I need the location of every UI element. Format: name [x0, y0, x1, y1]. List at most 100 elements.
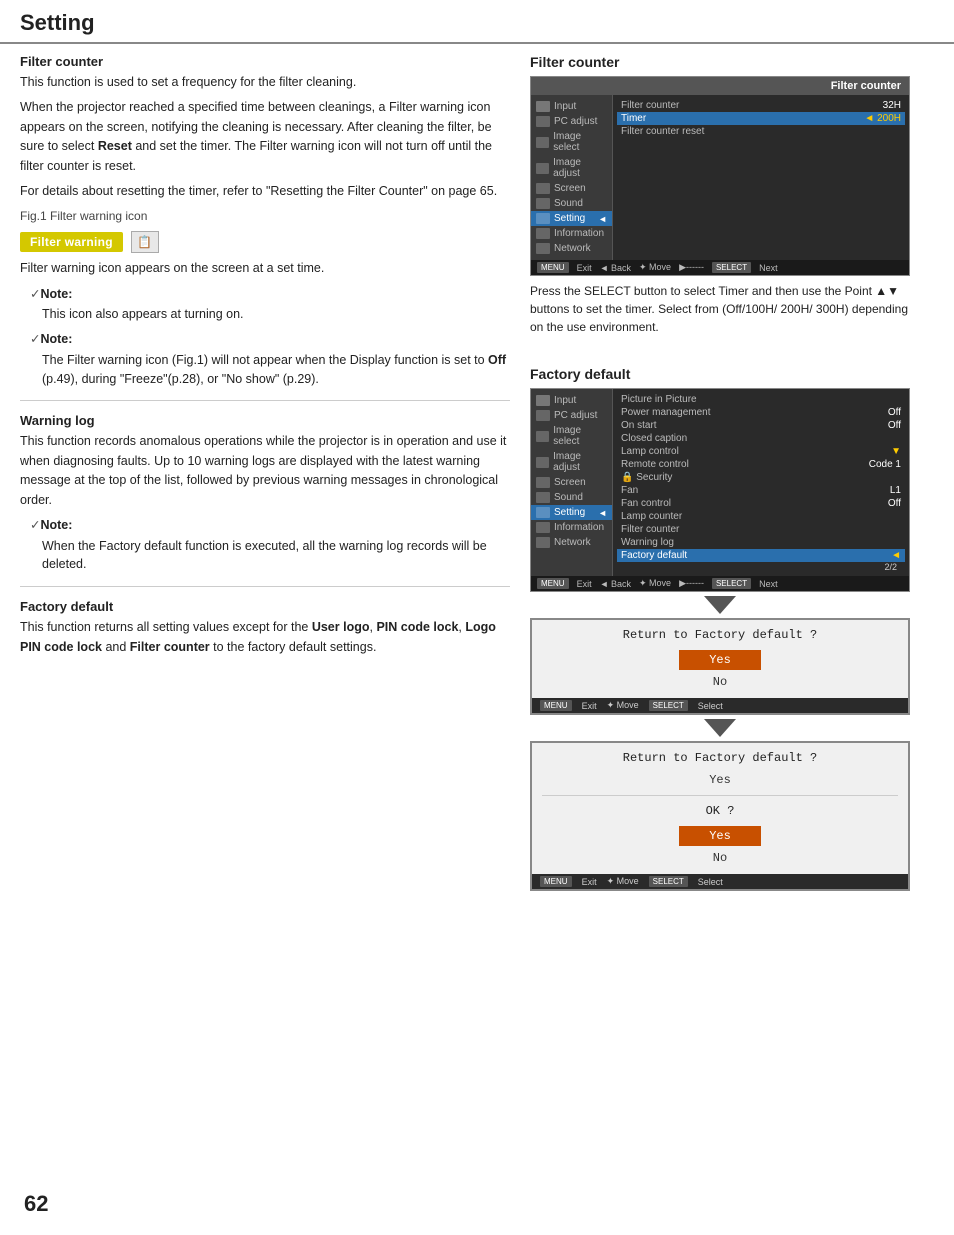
fd-row-pip: Picture in Picture [621, 393, 901, 406]
dialog2-ok-btn-row: Yes No [532, 822, 908, 874]
fd-info-icon [536, 522, 550, 533]
filter-counter-para1: This function is used to set a frequency… [20, 73, 510, 92]
filter-counter-right-label: Filter counter [530, 54, 934, 70]
fd-row-caption: Closed caption [621, 432, 901, 445]
note1-label: ✓Note: [30, 285, 510, 304]
main-content: Filter counter This function is used to … [0, 44, 954, 901]
fd-row-warning-log: Warning log [621, 536, 901, 549]
filter-counter-panel: Filter counter Input PC adjust [530, 76, 910, 276]
menu-btn: MENU [537, 262, 569, 273]
menu-image-adjust: Image adjust [531, 155, 612, 181]
factory-default-menu: Input PC adjust Image select Image [531, 389, 613, 576]
dialog2: Return to Factory default ? Yes OK ? Yes… [530, 741, 910, 891]
fd-row-factory-default: Factory default ◄ [617, 549, 905, 562]
filter-warning-icon: 📋 [131, 231, 159, 253]
factory-default-panel: Input PC adjust Image select Image [530, 388, 910, 592]
filter-counter-panel-body: Input PC adjust Image select Image [531, 95, 909, 260]
note1-block: ✓Note: This icon also appears at turning… [30, 285, 510, 325]
dialog2-ok-yes-btn[interactable]: Yes [679, 826, 761, 846]
network-icon [536, 243, 550, 254]
dialog2-divider [542, 795, 898, 796]
note2-block: ✓Note: The Filter warning icon (Fig.1) w… [30, 330, 510, 388]
arrow-down-2-container [530, 715, 910, 741]
fd-row-onstart: On start Off [621, 419, 901, 432]
menu-screen: Screen [531, 181, 612, 196]
factory-default-right-section: Factory default Input PC adjust [530, 366, 934, 891]
arrow-down-1-container [530, 592, 910, 618]
menu-pc-adjust: PC adjust [531, 114, 612, 129]
panel-page-indicator: 2/2 [621, 562, 901, 572]
fd-menu-pc: PC adjust [531, 408, 612, 423]
menu-input: Input [531, 99, 612, 114]
warning-log-section: Warning log This function records anomal… [20, 413, 510, 574]
fig-line: Fig.1 Filter warning icon [20, 209, 510, 223]
filter-counter-para2: When the projector reached a specified t… [20, 98, 510, 176]
dialog1-bottom: MENU Exit ✦ Move SELECT Select [532, 698, 908, 713]
fd-row-fan-control: Fan control Off [621, 497, 901, 510]
warning-log-para1: This function records anomalous operatio… [20, 432, 510, 510]
factory-default-panel-bottom: MENU Exit ◄ Back ✦ Move ▶------ SELECT N… [531, 576, 909, 591]
warning-log-title: Warning log [20, 413, 510, 428]
page-header: Setting [0, 0, 954, 44]
menu-sound: Sound [531, 196, 612, 211]
fc-row-filter-counter: Filter counter 32H [621, 99, 901, 112]
factory-default-left-section: Factory default This function returns al… [20, 599, 510, 657]
divider1 [20, 400, 510, 401]
dialog1: Return to Factory default ? Yes No MENU … [530, 618, 910, 715]
d1-menu-btn: MENU [540, 700, 572, 711]
img-icon [536, 137, 549, 148]
factory-default-panel-content: Picture in Picture Power management Off … [613, 389, 909, 576]
fd-menu-image-select: Image select [531, 423, 612, 449]
fd-menu-screen: Screen [531, 475, 612, 490]
fd-row-fan: Fan L1 [621, 484, 901, 497]
fd-row-remote: Remote control Code 1 [621, 458, 901, 471]
filter-warning-badge: Filter warning [20, 232, 123, 252]
setting-icon [536, 213, 550, 224]
filter-counter-panel-bottom: MENU Exit ◄ Back ✦ Move ▶------ SELECT N… [531, 260, 909, 275]
note1-text: This icon also appears at turning on. [30, 305, 510, 324]
factory-default-para1: This function returns all setting values… [20, 618, 510, 657]
divider2 [20, 586, 510, 587]
dialog1-title: Return to Factory default ? [532, 620, 908, 646]
menu-image-select: Image select [531, 129, 612, 155]
note2-label: ✓Note: [30, 330, 510, 349]
dialog2-bottom: MENU Exit ✦ Move SELECT Select [532, 874, 908, 889]
fd-select-btn: SELECT [712, 578, 751, 589]
page-title: Setting [20, 10, 95, 36]
screen-icon [536, 183, 550, 194]
fd-row-filter-counter: Filter counter [621, 523, 901, 536]
filter-counter-panel-title: Filter counter [531, 77, 909, 95]
filter-counter-title: Filter counter [20, 54, 510, 69]
input-icon [536, 101, 550, 112]
dialog2-ok-label: OK ? [532, 798, 908, 822]
dialog1-no-btn[interactable]: No [683, 672, 757, 692]
d2-menu-btn: MENU [540, 876, 572, 887]
fd-sound-icon [536, 492, 550, 503]
filter-counter-right-section: Filter counter Filter counter Input PC a… [530, 54, 934, 342]
dialog1-yes-btn[interactable]: Yes [679, 650, 761, 670]
fd-pc-icon [536, 410, 550, 421]
warning-note-block: ✓Note: When the Factory default function… [30, 516, 510, 574]
arrow-down-2 [704, 719, 736, 737]
fd-menu-image-adjust: Image adjust [531, 449, 612, 475]
sound-icon [536, 198, 550, 209]
fd-menu-info: Information [531, 520, 612, 535]
filter-icon-note-text: Filter warning icon appears on the scree… [20, 259, 510, 278]
fd-network-icon [536, 537, 550, 548]
factory-default-panel-body: Input PC adjust Image select Image [531, 389, 909, 576]
filter-counter-panel-content: Filter counter 32H Timer ◄ 200H Filter c… [613, 95, 909, 260]
filter-counter-section: Filter counter This function is used to … [20, 54, 510, 388]
dialog2-ok-no-btn[interactable]: No [683, 848, 757, 868]
imgadj-icon [536, 163, 549, 174]
page-number: 62 [24, 1191, 48, 1217]
filter-warning-fig: Filter warning 📋 [20, 231, 510, 253]
dialog1-btn-row: Yes No [532, 646, 908, 698]
fc-row-timer: Timer ◄ 200H [617, 112, 905, 125]
fd-row-security: 🔒 Security [621, 471, 901, 484]
select-btn: SELECT [712, 262, 751, 273]
arrow-down-1 [704, 596, 736, 614]
fd-menu-setting: Setting [531, 505, 612, 520]
filter-counter-desc: Press the SELECT button to select Timer … [530, 282, 910, 336]
pc-icon [536, 116, 550, 127]
fc-row-reset: Filter counter reset [621, 125, 901, 138]
